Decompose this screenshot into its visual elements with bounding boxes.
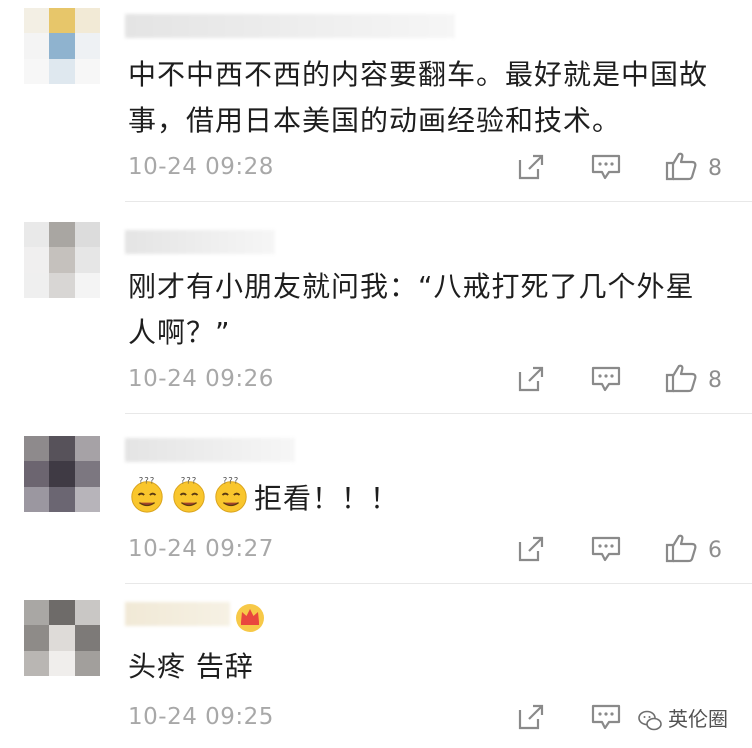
vip-badge — [234, 602, 266, 632]
svg-text:???: ??? — [139, 477, 155, 487]
reply-button[interactable] — [590, 534, 622, 564]
share-button[interactable] — [516, 364, 546, 394]
share-icon — [518, 366, 544, 392]
comment-timestamp: 10-24 09:25 — [128, 704, 274, 730]
share-button[interactable] — [516, 152, 546, 182]
like-count: 8 — [708, 368, 722, 393]
svg-text:???: ??? — [223, 477, 239, 487]
dizzy-face-emoji-icon: ??? — [215, 477, 247, 513]
watermark-text: 英伦圈 — [668, 707, 728, 731]
emoji-group: ????????? — [128, 477, 254, 515]
comment-icon — [591, 536, 621, 562]
comment-icon — [591, 704, 621, 730]
comment-text: 中不中西不西的内容要翻车。最好就是中国故事，借用日本美国的动画经验和技术。 — [128, 58, 709, 137]
dizzy-face-emoji-icon: ??? — [131, 477, 163, 513]
thumbs-up-icon — [665, 534, 697, 563]
share-icon — [518, 154, 544, 180]
comment-item-3: ????????? 拒看！！！ 10-24 09:27 6 — [0, 414, 752, 582]
comment-timestamp: 10-24 09:26 — [128, 366, 274, 392]
reply-button[interactable] — [590, 152, 622, 182]
dizzy-face-emoji-icon: ??? — [173, 477, 205, 513]
comment-timestamp: 10-24 09:27 — [128, 536, 274, 562]
thumbs-up-icon — [665, 152, 697, 181]
wechat-icon — [638, 710, 662, 731]
comment-text: 刚才有小朋友就问我：“八戒打死了几个外星人啊？” — [128, 270, 695, 349]
comment-icon — [591, 154, 621, 180]
username-blurred[interactable] — [125, 14, 455, 38]
like-button[interactable] — [664, 532, 698, 564]
like-count: 6 — [708, 538, 722, 563]
reply-button[interactable] — [590, 702, 622, 732]
avatar[interactable] — [24, 436, 100, 512]
username-blurred[interactable] — [125, 438, 295, 462]
comment-item-2: 刚才有小朋友就问我：“八戒打死了几个外星人啊？” 10-24 09:26 8 — [0, 202, 752, 412]
like-button[interactable] — [664, 150, 698, 182]
svg-text:???: ??? — [181, 477, 197, 487]
username-blurred[interactable] — [125, 230, 275, 254]
avatar[interactable] — [24, 222, 100, 298]
avatar[interactable] — [24, 600, 100, 676]
comment-text-body: 拒看！！！ — [254, 482, 400, 515]
comment-item-1: 中不中西不西的内容要翻车。最好就是中国故事，借用日本美国的动画经验和技术。 10… — [0, 0, 752, 200]
comment-timestamp: 10-24 09:28 — [128, 154, 274, 180]
thumbs-up-icon — [665, 364, 697, 393]
share-button[interactable] — [516, 702, 546, 732]
share-icon — [518, 704, 544, 730]
share-button[interactable] — [516, 534, 546, 564]
like-count: 8 — [708, 156, 722, 181]
comment-icon — [591, 366, 621, 392]
comment-text: 头疼 告辞 — [128, 650, 254, 683]
like-button[interactable] — [664, 362, 698, 394]
share-icon — [518, 536, 544, 562]
reply-button[interactable] — [590, 364, 622, 394]
crown-icon — [236, 604, 264, 632]
watermark: 英伦圈 — [638, 703, 728, 732]
avatar[interactable] — [24, 8, 100, 84]
username-blurred[interactable] — [125, 602, 230, 626]
comment-text: ????????? 拒看！！！ — [128, 476, 722, 522]
